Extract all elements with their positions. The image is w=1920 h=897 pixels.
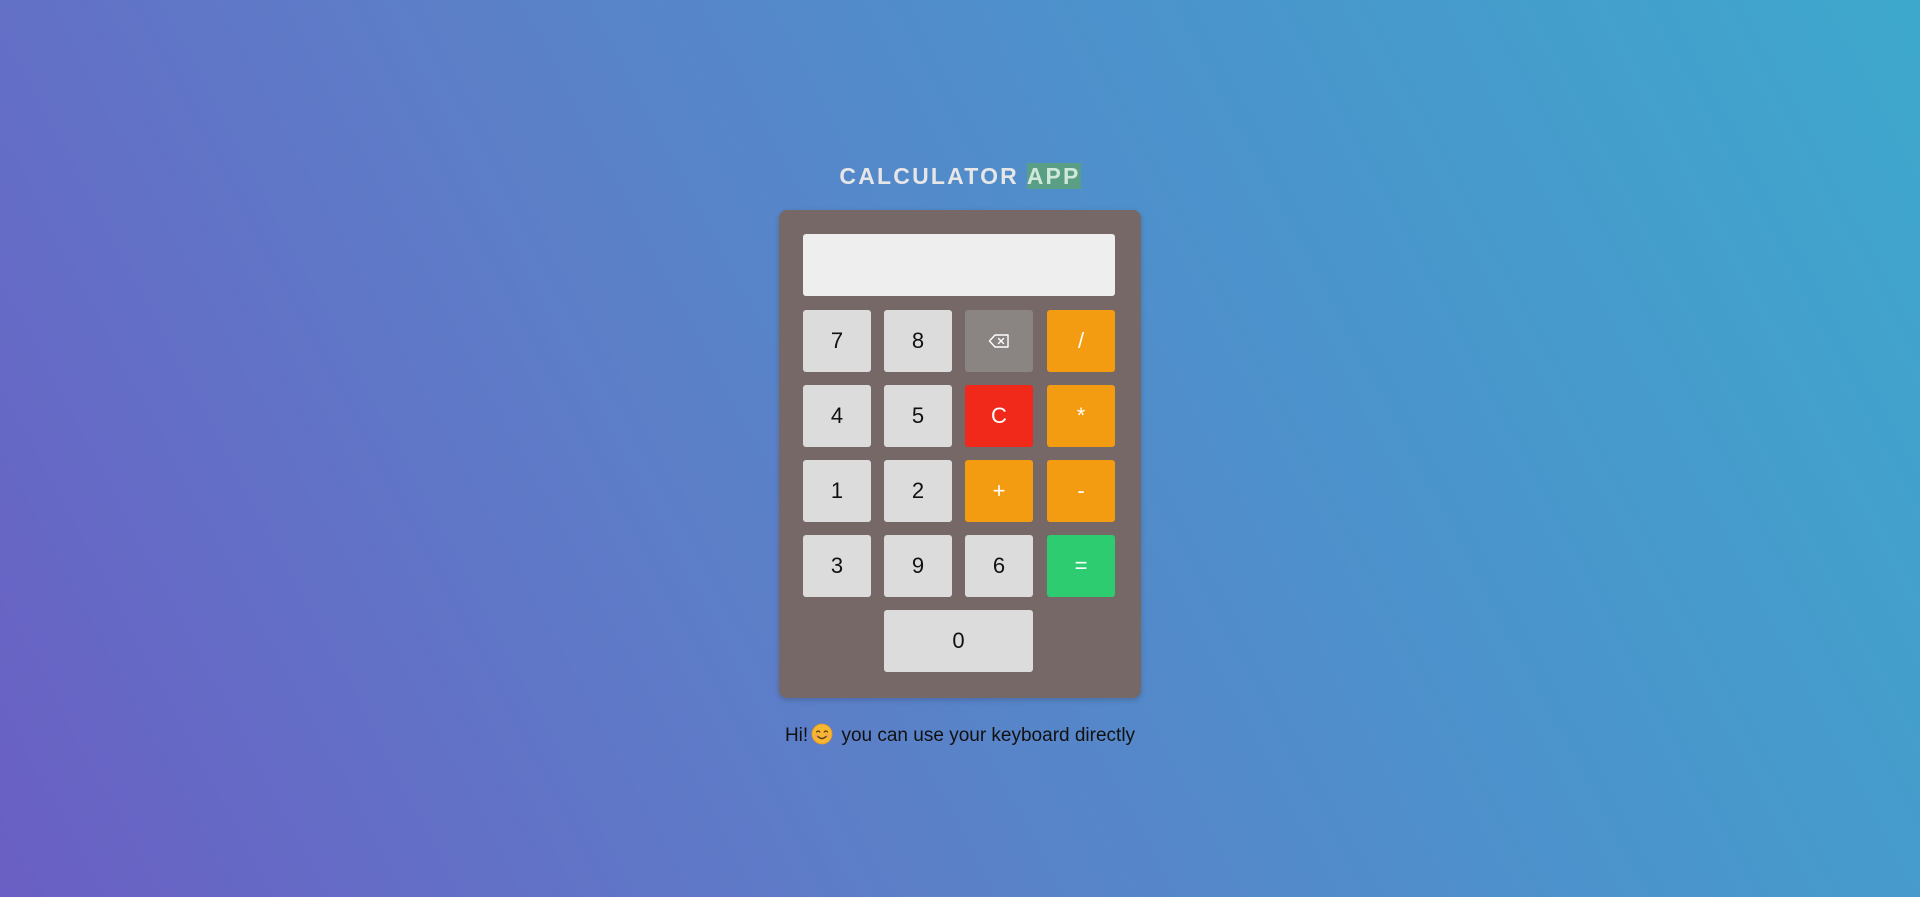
key-plus[interactable]: + (965, 460, 1033, 522)
key-multiply[interactable]: * (1047, 385, 1115, 447)
key-3[interactable]: 3 (803, 535, 871, 597)
key-5[interactable]: 5 (884, 385, 952, 447)
hint-text: you can use your keyboard directly (836, 725, 1136, 746)
clear-button[interactable]: C (965, 385, 1033, 447)
key-1[interactable]: 1 (803, 460, 871, 522)
key-4[interactable]: 4 (803, 385, 871, 447)
hint-prefix: Hi! (784, 725, 809, 746)
key-9[interactable]: 9 (884, 535, 952, 597)
backspace-button[interactable] (965, 310, 1033, 372)
key-6[interactable]: 6 (965, 535, 1033, 597)
key-8[interactable]: 8 (884, 310, 952, 372)
key-divide[interactable]: / (1047, 310, 1115, 372)
key-2[interactable]: 2 (884, 460, 952, 522)
calculator-display[interactable] (803, 234, 1115, 296)
app-title: CALCULATOR APP (0, 163, 1920, 190)
app-title-main: CALCULATOR (839, 163, 1027, 189)
key-equals[interactable]: = (1047, 535, 1115, 597)
smiling-face-icon (811, 723, 833, 745)
key-0[interactable]: 0 (884, 610, 1033, 672)
app-title-highlight: APP (1026, 163, 1081, 189)
keyboard-hint: Hi! you can use your keyboard directly (0, 723, 1920, 747)
key-7[interactable]: 7 (803, 310, 871, 372)
calculator-body: 7 8 / 4 5 C * 1 2 + - 3 9 6 = 0 (779, 210, 1141, 698)
key-minus[interactable]: - (1047, 460, 1115, 522)
backspace-icon (988, 334, 1009, 348)
